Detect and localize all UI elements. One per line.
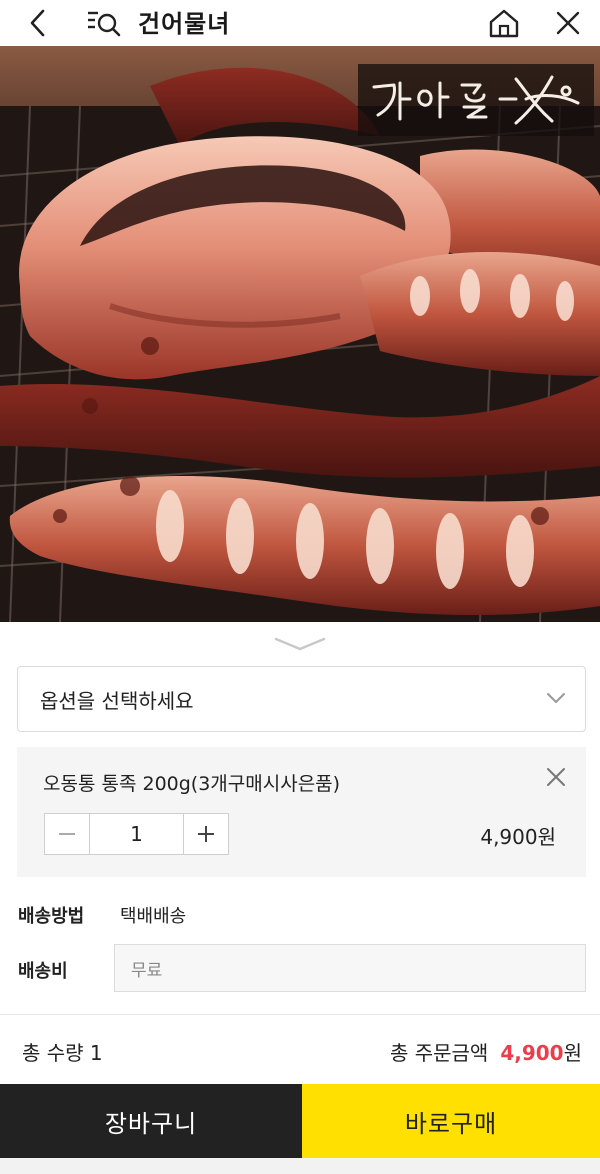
shipping-method-value: 택배배송 bbox=[120, 906, 187, 927]
minus-icon bbox=[59, 833, 75, 835]
selected-option-name: 오동통 통족 200g(3개구매시사은품) bbox=[43, 773, 341, 795]
home-button[interactable] bbox=[484, 0, 524, 46]
category-search-button[interactable] bbox=[84, 0, 124, 46]
close-icon bbox=[547, 768, 565, 786]
shipping-fee-field: 무료 bbox=[114, 944, 586, 992]
option-select[interactable]: 옵션을 선택하세요 bbox=[17, 666, 586, 732]
category-search-icon bbox=[88, 11, 121, 37]
back-button[interactable] bbox=[20, 0, 56, 46]
selected-option-price: 4,900원 bbox=[480, 825, 556, 849]
divider bbox=[0, 1014, 600, 1015]
total-order-amount: 총 주문금액 4,900 원 bbox=[390, 1037, 582, 1066]
selected-option-item: 오동통 통족 200g(3개구매시사은품) 1 4,900원 bbox=[17, 747, 586, 877]
total-amount-value: 4,900 bbox=[500, 1041, 564, 1065]
total-amount-label: 총 주문금액 bbox=[389, 1041, 489, 1065]
decrease-quantity-button[interactable] bbox=[45, 814, 89, 854]
add-to-cart-button[interactable]: 장바구니 bbox=[0, 1084, 302, 1158]
total-amount-unit: 원 bbox=[563, 1041, 582, 1065]
shipping-method-label: 배송방법 bbox=[18, 906, 85, 927]
chevron-down-icon bbox=[547, 693, 565, 703]
chevron-down-icon bbox=[274, 637, 326, 651]
total-quantity: 총 수량 1 bbox=[22, 1041, 103, 1065]
collapse-toggle[interactable] bbox=[272, 632, 328, 656]
add-to-cart-label: 장바구니 bbox=[104, 1109, 198, 1138]
shipping-fee-label: 배송비 bbox=[18, 961, 68, 982]
increase-quantity-button[interactable] bbox=[184, 814, 228, 854]
top-header: 건어물녀 bbox=[0, 0, 600, 46]
page-title: 건어물녀 bbox=[138, 10, 231, 38]
buy-now-label: 바로구매 bbox=[404, 1109, 498, 1138]
quantity-input[interactable]: 1 bbox=[89, 814, 184, 854]
product-image bbox=[0, 46, 600, 622]
chevron-left-icon bbox=[30, 9, 45, 37]
close-button[interactable] bbox=[548, 0, 588, 46]
brand-logo bbox=[358, 64, 594, 136]
plus-icon bbox=[198, 826, 214, 842]
home-icon bbox=[489, 9, 519, 38]
shipping-fee-value: 무료 bbox=[131, 960, 163, 981]
buy-now-button[interactable]: 바로구매 bbox=[302, 1084, 600, 1158]
close-icon bbox=[556, 11, 580, 35]
bottom-safe-area bbox=[0, 1158, 600, 1174]
quantity-stepper: 1 bbox=[44, 813, 229, 855]
remove-option-button[interactable] bbox=[544, 765, 568, 789]
option-select-placeholder: 옵션을 선택하세요 bbox=[40, 688, 194, 713]
brand-logo-calligraphy bbox=[372, 75, 580, 125]
